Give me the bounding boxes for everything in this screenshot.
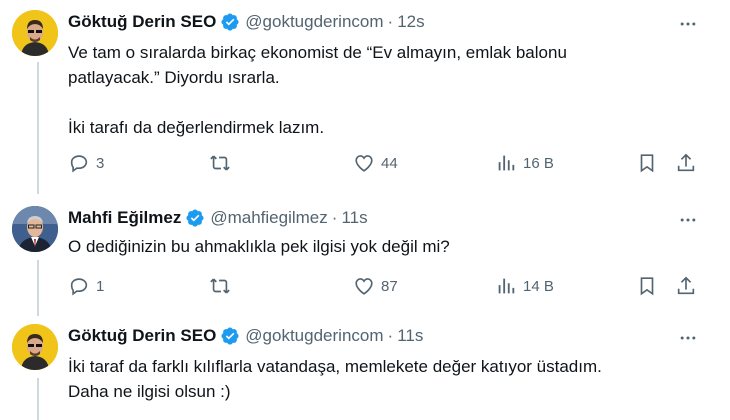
reply-button[interactable]: 1 (68, 275, 104, 297)
share-icon (677, 153, 695, 172)
bookmark-icon (640, 154, 654, 173)
share-button[interactable] (675, 275, 697, 297)
display-name[interactable]: Mahfi Eğilmez (68, 208, 181, 228)
action-bar: 1 87 14 B (68, 274, 698, 298)
tweet-line: O dediğinizin bu ahmaklıkla pek ilgisi y… (68, 237, 450, 256)
tweet-line: İki tarafı da değerlendirmek lazım. (68, 118, 325, 137)
avatar[interactable] (12, 324, 58, 370)
like-button[interactable]: 44 (353, 152, 398, 174)
share-icon (677, 276, 695, 295)
timestamp[interactable]: 12s (397, 12, 424, 32)
like-count: 87 (381, 277, 398, 295)
separator-dot: · (387, 12, 394, 31)
verified-icon (221, 327, 239, 345)
tweet-header: Göktuğ Derin SEO @goktugderincom · 11s (68, 326, 423, 346)
bookmark-button[interactable] (636, 275, 658, 297)
tweet-line: İki taraf da farklı kılıflarla vatandaşa… (68, 357, 602, 376)
retweet-button[interactable] (209, 275, 237, 297)
views-count: 14 B (523, 277, 554, 295)
like-icon (355, 155, 373, 172)
more-button[interactable] (676, 326, 700, 350)
more-button[interactable] (676, 208, 700, 232)
reply-count: 3 (96, 154, 105, 172)
more-icon (680, 218, 696, 222)
views-button[interactable]: 14 B (495, 275, 554, 297)
verified-icon (186, 209, 204, 227)
tweet[interactable]: Göktuğ Derin SEO @goktugderincom · 12s V… (0, 10, 730, 190)
share-button[interactable] (675, 152, 697, 174)
more-icon (680, 22, 696, 26)
views-icon (498, 155, 515, 171)
tweet-text: O dediğinizin bu ahmaklıkla pek ilgisi y… (68, 234, 688, 259)
tweet-text: Ve tam o sıralarda birkaç ekonomist de “… (68, 40, 688, 140)
display-name[interactable]: Göktuğ Derin SEO (68, 326, 216, 346)
reply-count: 1 (96, 277, 105, 295)
tweet-header: Göktuğ Derin SEO @goktugderincom · 12s (68, 12, 425, 32)
tweet-header: Mahfi Eğilmez @mahfiegilmez · 11s (68, 208, 368, 228)
handle[interactable]: @goktugderincom (245, 326, 383, 346)
reply-icon (70, 155, 88, 173)
tweet-text: İki taraf da farklı kılıflarla vatandaşa… (68, 354, 688, 404)
tweet-line (68, 90, 688, 115)
tweet-line: Ve tam o sıralarda birkaç ekonomist de “… (68, 43, 567, 62)
timestamp[interactable]: 11s (397, 326, 423, 346)
like-button[interactable]: 87 (353, 275, 398, 297)
verified-icon (221, 13, 239, 31)
avatar[interactable] (12, 206, 58, 252)
display-name[interactable]: Göktuğ Derin SEO (68, 12, 216, 32)
views-button[interactable]: 16 B (495, 152, 554, 174)
action-bar: 3 44 16 B (68, 151, 698, 175)
reply-icon (70, 278, 88, 296)
handle[interactable]: @mahfiegilmez (210, 208, 327, 228)
handle[interactable]: @goktugderincom (245, 12, 383, 32)
bookmark-button[interactable] (636, 152, 658, 174)
tweet-line: Daha ne ilgisi olsun :) (68, 382, 231, 401)
like-icon (355, 278, 373, 295)
tweet-line: patlayacak.” Diyordu ısrarla. (68, 68, 280, 87)
reply-button[interactable]: 3 (68, 152, 104, 174)
like-count: 44 (381, 154, 398, 172)
more-button[interactable] (676, 12, 700, 36)
retweet-icon (210, 278, 230, 294)
timestamp[interactable]: 11s (341, 208, 367, 228)
avatar[interactable] (12, 10, 58, 56)
tweet[interactable]: Mahfi Eğilmez @mahfiegilmez · 11s O dedi… (0, 206, 730, 310)
views-icon (498, 278, 515, 294)
retweet-button[interactable] (209, 152, 237, 174)
separator-dot: · (331, 208, 338, 227)
views-count: 16 B (523, 154, 554, 172)
retweet-icon (210, 155, 230, 171)
more-icon (680, 336, 696, 340)
bookmark-icon (640, 277, 654, 296)
separator-dot: · (387, 326, 394, 345)
tweet[interactable]: Göktuğ Derin SEO @goktugderincom · 11s İ… (0, 324, 730, 420)
